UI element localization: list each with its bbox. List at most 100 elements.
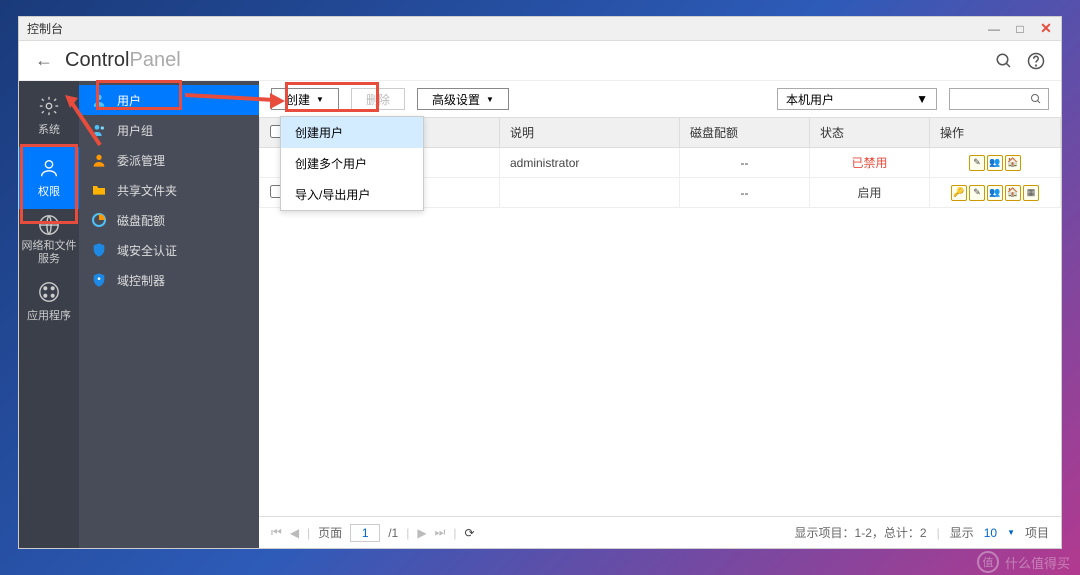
last-page-icon[interactable]: ⏭ — [435, 525, 446, 540]
cell-quota: -- — [680, 148, 810, 178]
title-light: Panel — [129, 49, 180, 71]
header: ← ControlPanel — [19, 41, 1061, 81]
main-body: 系统 权限 网络和文件服务 应用程序 用户 用户组 — [19, 81, 1061, 548]
help-icon[interactable] — [1027, 52, 1045, 70]
edit-action-icon[interactable]: ✎ — [969, 185, 985, 201]
delete-label: 删除 — [366, 91, 390, 108]
search-icon[interactable] — [995, 52, 1013, 70]
watermark-icon: 值 — [977, 551, 999, 573]
cell-desc — [500, 178, 680, 208]
cell-quota: -- — [680, 178, 810, 208]
caret-down-icon[interactable]: ▼ — [1007, 528, 1015, 537]
subnav-label: 磁盘配额 — [117, 212, 165, 229]
home-action-icon[interactable]: 🏠 — [1005, 185, 1021, 201]
dropdown-create-user[interactable]: 创建用户 — [281, 117, 423, 148]
nav-label: 应用程序 — [27, 307, 71, 323]
subnav-label: 用户组 — [117, 122, 153, 139]
caret-down-icon: ▼ — [486, 95, 494, 104]
subnav-domain-auth[interactable]: 域安全认证 — [79, 235, 259, 265]
subnav-delegate[interactable]: 委派管理 — [79, 145, 259, 175]
watermark-text: 什么值得买 — [1005, 553, 1070, 572]
refresh-icon[interactable]: ⟳ — [465, 526, 475, 540]
back-icon[interactable]: ← — [35, 50, 53, 71]
items-label: 项目 — [1025, 524, 1049, 541]
prev-page-icon[interactable]: ◀ — [290, 526, 299, 540]
window-title: 控制台 — [27, 20, 987, 37]
nav-system[interactable]: 系统 — [19, 85, 79, 147]
shield-icon — [91, 242, 107, 258]
app-window: 控制台 — □ ✕ ← ControlPanel 系统 权限 — [18, 16, 1062, 549]
first-page-icon[interactable]: ⏮ — [271, 525, 282, 540]
users-icon — [91, 122, 107, 138]
pagination-bar: ⏮ ◀ | 页面 /1 | ▶ ⏭ | ⟳ 显示项目：1-2，总计：2 | 显示… — [259, 516, 1061, 548]
key-action-icon[interactable]: 🔑 — [951, 185, 967, 201]
header-actions — [995, 52, 1045, 70]
nav-label: 权限 — [38, 183, 60, 199]
caret-down-icon: ▼ — [316, 95, 324, 104]
maximize-button[interactable]: □ — [1013, 22, 1027, 36]
minimize-button[interactable]: — — [987, 22, 1001, 36]
col-desc[interactable]: 说明 — [500, 118, 680, 148]
globe-icon — [38, 214, 60, 236]
col-status[interactable]: 状态 — [810, 118, 930, 148]
app-action-icon[interactable]: ▦ — [1023, 185, 1039, 201]
user-icon — [38, 157, 60, 179]
gear-icon — [38, 95, 60, 117]
create-dropdown: 创建用户 创建多个用户 导入/导出用户 — [280, 116, 424, 211]
user-filter-select[interactable]: 本机用户 ▼ — [777, 88, 937, 110]
show-label: 显示 — [950, 524, 974, 541]
subnav-domain-controller[interactable]: 域控制器 — [79, 265, 259, 295]
watermark: 值 什么值得买 — [977, 551, 1070, 573]
delete-button[interactable]: 删除 — [351, 88, 405, 110]
secondary-nav: 用户 用户组 委派管理 共享文件夹 磁盘配额 域安全认证 — [79, 81, 259, 548]
subnav-label: 域控制器 — [117, 272, 165, 289]
close-button[interactable]: ✕ — [1039, 22, 1053, 36]
search-icon — [1030, 93, 1042, 105]
pager-summary: 显示项目：1-2，总计：2 — [795, 524, 927, 541]
nav-network[interactable]: 网络和文件服务 — [19, 209, 79, 271]
cell-status: 启用 — [810, 178, 930, 208]
group-action-icon[interactable]: 👥 — [987, 185, 1003, 201]
col-actions[interactable]: 操作 — [930, 118, 1061, 148]
subnav-folders[interactable]: 共享文件夹 — [79, 175, 259, 205]
delegate-icon — [91, 152, 107, 168]
create-button[interactable]: 创建 ▼ — [271, 88, 339, 110]
nav-permissions[interactable]: 权限 — [19, 147, 79, 209]
next-page-icon[interactable]: ▶ — [417, 526, 426, 540]
group-action-icon[interactable]: 👥 — [987, 155, 1003, 171]
create-label: 创建 — [286, 91, 310, 108]
title-bold: Control — [65, 49, 129, 71]
search-input[interactable] — [949, 88, 1049, 110]
edit-action-icon[interactable]: ✎ — [969, 155, 985, 171]
controller-icon — [91, 272, 107, 288]
cell-actions: ✎ 👥 🏠 — [930, 148, 1061, 178]
caret-down-icon: ▼ — [916, 92, 928, 106]
subnav-label: 委派管理 — [117, 152, 165, 169]
col-quota[interactable]: 磁盘配额 — [680, 118, 810, 148]
subnav-label: 用户 — [117, 92, 141, 109]
cell-actions: 🔑 ✎ 👥 🏠 ▦ — [930, 178, 1061, 208]
filter-value: 本机用户 — [786, 91, 834, 108]
show-count[interactable]: 10 — [984, 526, 997, 540]
nav-apps[interactable]: 应用程序 — [19, 271, 79, 333]
dropdown-import-export[interactable]: 导入/导出用户 — [281, 179, 423, 210]
quota-icon — [91, 212, 107, 228]
page-label: 页面 — [318, 524, 342, 541]
page-title: ControlPanel — [65, 49, 181, 72]
apps-icon — [38, 281, 60, 303]
advanced-label: 高级设置 — [432, 91, 480, 108]
dropdown-create-multiple[interactable]: 创建多个用户 — [281, 148, 423, 179]
home-action-icon[interactable]: 🏠 — [1005, 155, 1021, 171]
subnav-quota[interactable]: 磁盘配额 — [79, 205, 259, 235]
user-icon — [91, 92, 107, 108]
nav-label: 网络和文件服务 — [19, 240, 79, 266]
page-input[interactable] — [350, 524, 380, 542]
subnav-users[interactable]: 用户 — [79, 85, 259, 115]
cell-desc: administrator — [500, 148, 680, 178]
advanced-button[interactable]: 高级设置 ▼ — [417, 88, 509, 110]
subnav-usergroups[interactable]: 用户组 — [79, 115, 259, 145]
folder-icon — [91, 182, 107, 198]
cell-status: 已禁用 — [810, 148, 930, 178]
page-total: /1 — [388, 526, 398, 540]
primary-nav: 系统 权限 网络和文件服务 应用程序 — [19, 81, 79, 548]
